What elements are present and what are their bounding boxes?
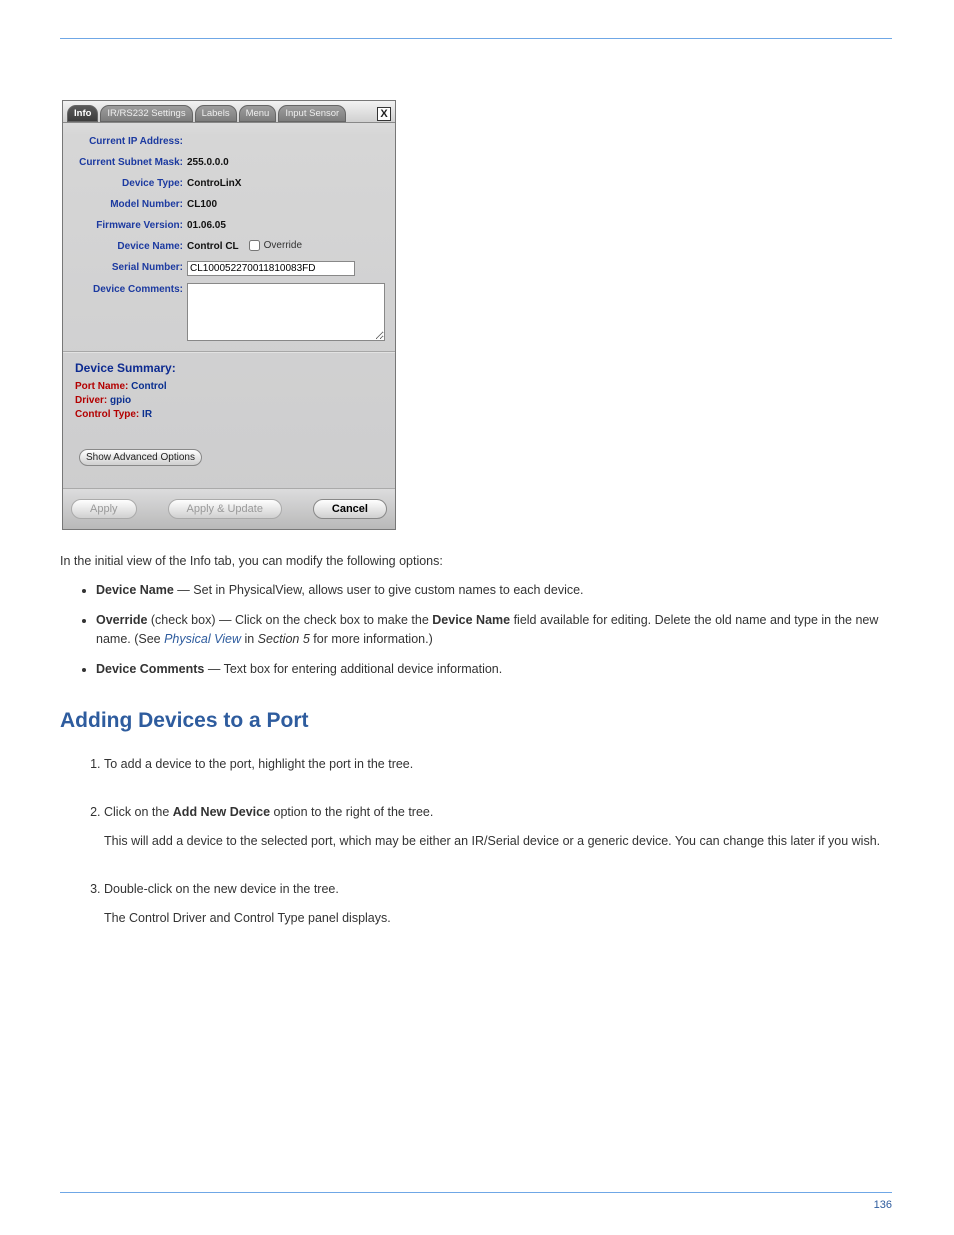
page-footer: 136 <box>60 1192 892 1211</box>
tab-labels[interactable]: Labels <box>195 105 237 122</box>
bullet-device-name: Device Name — Set in PhysicalView, allow… <box>96 581 892 600</box>
driver-value: gpio <box>110 395 131 406</box>
step-3: Double-click on the new device in the tr… <box>104 880 892 929</box>
tab-menu[interactable]: Menu <box>239 105 277 122</box>
ip-address-label: Current IP Address: <box>69 135 187 149</box>
steps-list: To add a device to the port, highlight t… <box>60 755 892 928</box>
bullet-2-term: Override <box>96 613 151 627</box>
firmware-version-value: 01.06.05 <box>187 219 226 233</box>
bullet-2-section: Section 5 <box>258 632 310 646</box>
device-summary: Device Summary: Port Name: Control Drive… <box>69 361 389 468</box>
device-name-label: Device Name: <box>69 240 187 254</box>
subnet-mask-label: Current Subnet Mask: <box>69 156 187 170</box>
step-3-detail: The Control Driver and Control Type pane… <box>104 909 892 928</box>
page-top-rule <box>60 38 892 39</box>
override-label: Override <box>264 240 302 251</box>
firmware-version-label: Firmware Version: <box>69 219 187 233</box>
section-separator <box>63 351 395 353</box>
show-advanced-options-button[interactable]: Show Advanced Options <box>79 449 202 466</box>
port-name-row: Port Name: Control <box>75 381 389 392</box>
subnet-mask-value: 255.0.0.0 <box>187 156 229 170</box>
control-type-value: IR <box>142 409 152 420</box>
intro-bullets: Device Name — Set in PhysicalView, allow… <box>60 581 892 679</box>
bullet-1-rest: — Set in PhysicalView, allows user to gi… <box>174 583 584 597</box>
apply-update-button[interactable]: Apply & Update <box>168 499 282 519</box>
bullet-2-devname: Device Name <box>432 613 510 627</box>
step-2-p2: option to the right of the tree. <box>270 805 433 819</box>
tab-input-sensor[interactable]: Input Sensor <box>278 105 346 122</box>
cancel-button[interactable]: Cancel <box>313 499 387 519</box>
driver-row: Driver: gpio <box>75 395 389 406</box>
apply-button[interactable]: Apply <box>71 499 137 519</box>
driver-key: Driver: <box>75 395 107 406</box>
bullet-2-link: Physical View <box>164 632 241 646</box>
serial-number-label: Serial Number: <box>69 261 187 275</box>
port-name-key: Port Name: <box>75 381 128 392</box>
device-info-dialog: Info IR/RS232 Settings Labels Menu Input… <box>62 100 396 530</box>
intro-paragraph: In the initial view of the Info tab, you… <box>60 552 892 571</box>
document-body: In the initial view of the Info tab, you… <box>60 552 892 956</box>
step-2: Click on the Add New Device option to th… <box>104 803 892 852</box>
tab-info[interactable]: Info <box>67 105 98 122</box>
override-checkbox[interactable] <box>249 240 260 251</box>
step-2-detail: This will add a device to the selected p… <box>104 832 892 851</box>
section-heading-adding-devices: Adding Devices to a Port <box>60 705 892 738</box>
bullet-device-comments: Device Comments — Text box for entering … <box>96 660 892 679</box>
tabs-row: Info IR/RS232 Settings Labels Menu Input… <box>63 101 395 123</box>
bullet-2-p1: (check box) — Click on the check box to … <box>151 613 432 627</box>
step-2-p1: Click on the <box>104 805 173 819</box>
close-icon[interactable]: X <box>377 107 391 121</box>
serial-number-input[interactable] <box>187 261 355 276</box>
bullet-3-rest: — Text box for entering additional devic… <box>204 662 502 676</box>
device-comments-label: Device Comments: <box>69 283 187 297</box>
bullet-1-term: Device Name <box>96 583 174 597</box>
step-1: To add a device to the port, highlight t… <box>104 755 892 774</box>
page-number: 136 <box>874 1199 892 1211</box>
step-2-bold: Add New Device <box>173 805 270 819</box>
control-type-row: Control Type: IR <box>75 409 389 420</box>
device-comments-input[interactable] <box>187 283 385 341</box>
bullet-3-term: Device Comments <box>96 662 204 676</box>
control-type-key: Control Type: <box>75 409 139 420</box>
step-3-text: Double-click on the new device in the tr… <box>104 882 339 896</box>
override-checkbox-wrap[interactable]: Override <box>249 240 302 251</box>
device-type-value: ControLinX <box>187 177 241 191</box>
tab-ir-rs232-settings[interactable]: IR/RS232 Settings <box>100 105 192 122</box>
dialog-footer: Apply Apply & Update Cancel <box>63 488 395 529</box>
bullet-override: Override (check box) — Click on the chec… <box>96 611 892 650</box>
model-number-value: CL100 <box>187 198 217 212</box>
model-number-label: Model Number: <box>69 198 187 212</box>
bullet-2-p4: for more information.) <box>310 632 433 646</box>
device-summary-heading: Device Summary: <box>75 361 389 375</box>
bullet-2-p3: in <box>241 632 258 646</box>
device-type-label: Device Type: <box>69 177 187 191</box>
port-name-value: Control <box>131 381 167 392</box>
info-panel-body: Current IP Address: Current Subnet Mask:… <box>63 123 395 488</box>
device-name-value: Control CL <box>187 240 239 254</box>
